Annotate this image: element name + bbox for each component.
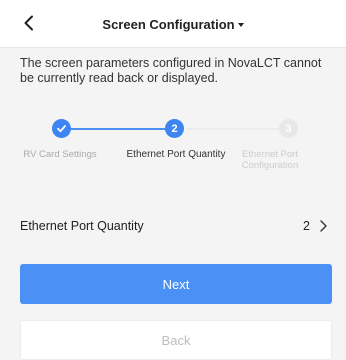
- row-label: Ethernet Port Quantity: [20, 219, 144, 233]
- step-number-2: 2: [171, 122, 178, 135]
- caret-down-icon: [237, 22, 244, 27]
- chevron-right-icon: [320, 220, 327, 232]
- step-number-3: 3: [285, 122, 292, 135]
- step-label-rv-card-settings: RV Card Settings: [23, 149, 97, 160]
- step-connector-completed: [66, 128, 174, 130]
- row-value: 2: [303, 219, 310, 233]
- check-icon: [57, 125, 66, 133]
- app-header: Screen Configuration: [0, 0, 346, 48]
- step-connector-pending: [186, 128, 288, 130]
- step-dot-1: [52, 119, 71, 138]
- step-indicator: 2 3 RV Card Settings Ethernet Port Quant…: [0, 112, 346, 192]
- notice-text: The screen parameters configured in Nova…: [20, 56, 322, 85]
- screen-config-title-dropdown[interactable]: Screen Configuration: [0, 0, 346, 48]
- back-step-button[interactable]: Back: [20, 320, 332, 360]
- step-dot-2: 2: [165, 119, 184, 138]
- next-button[interactable]: Next: [20, 264, 332, 304]
- ethernet-port-quantity-row[interactable]: Ethernet Port Quantity 2: [0, 206, 346, 246]
- page-title: Screen Configuration: [102, 16, 235, 32]
- step-label-ethernet-port-quantity: Ethernet Port Quantity: [126, 149, 226, 160]
- step-label-ethernet-port-configuration: Ethernet Port Configuration: [241, 149, 299, 171]
- step-dot-3: 3: [279, 119, 298, 138]
